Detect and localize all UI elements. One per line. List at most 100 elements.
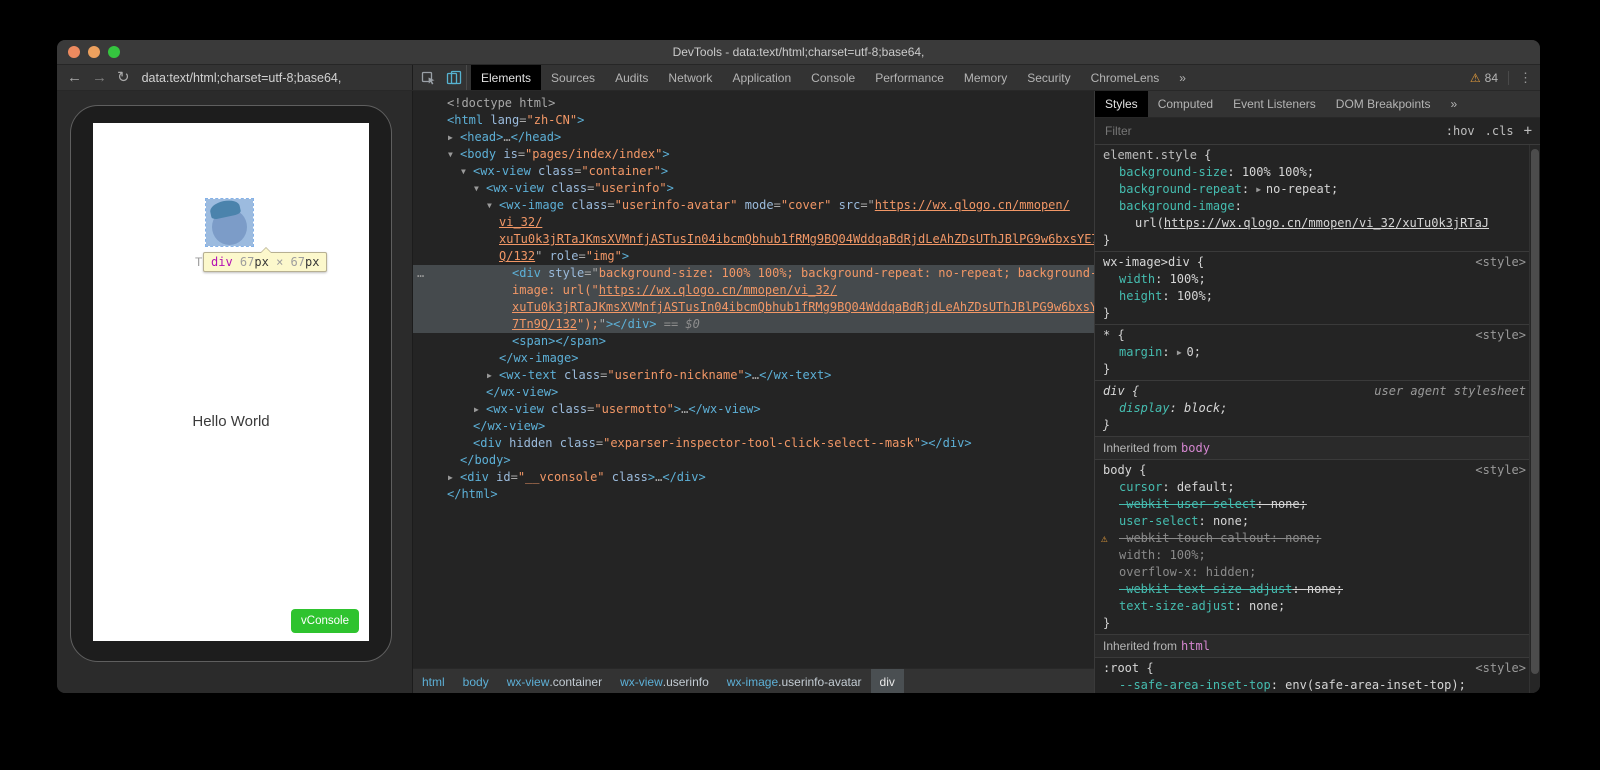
rule-origin[interactable]: <style> (1475, 462, 1530, 479)
tooltip-height: 67 (291, 255, 305, 269)
style-rule-body[interactable]: <style>body {cursor: default;-webkit-use… (1095, 460, 1530, 635)
tab-application[interactable]: Application (722, 65, 801, 90)
dom-node-line-selected[interactable]: image: url("https://wx.qlogo.cn/mmopen/v… (413, 282, 1094, 299)
css-property[interactable]: --safe-area-inset-top: env(safe-area-ins… (1095, 677, 1530, 693)
dom-node-line[interactable]: ▶<wx-view class="usermotto">…</wx-view> (413, 401, 1094, 418)
forward-icon[interactable]: → (92, 70, 107, 85)
console-warnings-badge[interactable]: ⚠ 84 (1470, 71, 1498, 85)
dom-node-line-selected[interactable]: xuTu0k3jRTaJKmsXVMnfjASTusIn04ibcmQbhub1… (413, 299, 1094, 316)
dom-node-line[interactable]: ▶<wx-text class="userinfo-nickname">…</w… (413, 367, 1094, 384)
css-property[interactable]: cursor: default; (1095, 479, 1530, 496)
device-toolbar-toggle-icon[interactable] (446, 70, 462, 85)
tab-security[interactable]: Security (1017, 65, 1080, 90)
title-bar: DevTools - data:text/html;charset=utf-8;… (57, 40, 1540, 65)
sidebar-tab-dom-breakpoints[interactable]: DOM Breakpoints (1326, 91, 1441, 117)
close-button[interactable] (68, 46, 80, 58)
more-panels-button[interactable]: » (1169, 65, 1196, 90)
tab-performance[interactable]: Performance (865, 65, 954, 90)
tab-elements[interactable]: Elements (471, 65, 541, 90)
tab-sources[interactable]: Sources (541, 65, 605, 90)
new-style-rule-button[interactable]: + (1524, 123, 1532, 139)
dom-node-line[interactable]: ▼<wx-view class="userinfo"> (413, 180, 1094, 197)
rule-origin[interactable]: <style> (1475, 660, 1530, 677)
vconsole-button[interactable]: vConsole (291, 609, 359, 633)
dom-node-line[interactable]: </html> (413, 486, 1094, 503)
tab-chromelens[interactable]: ChromeLens (1081, 65, 1170, 90)
reload-icon[interactable]: ↻ (117, 70, 130, 85)
sidebar-tab-event-listeners[interactable]: Event Listeners (1223, 91, 1326, 117)
css-property[interactable]: overflow-x: hidden; (1095, 564, 1530, 581)
hello-world-text: Hello World (93, 413, 369, 430)
tab-network[interactable]: Network (658, 65, 722, 90)
url-field[interactable]: data:text/html;charset=utf-8;base64, (142, 71, 342, 85)
css-property[interactable]: user-select: none; (1095, 513, 1530, 530)
toggle-hover-button[interactable]: :hov (1446, 124, 1475, 138)
css-property[interactable]: display: block; (1095, 400, 1530, 417)
style-rule-div[interactable]: user agent stylesheetdiv {display: block… (1095, 381, 1530, 437)
toggle-class-button[interactable]: .cls (1485, 124, 1514, 138)
css-property[interactable]: margin: ▶ 0; (1095, 344, 1530, 361)
breadcrumb-item-wx-view-container[interactable]: wx-view.container (498, 669, 611, 693)
tab-memory[interactable]: Memory (954, 65, 1017, 90)
dom-node-line[interactable]: Q/132" role="img"> (413, 248, 1094, 265)
css-property[interactable]: background-image: (1095, 198, 1530, 215)
back-icon[interactable]: ← (67, 70, 82, 85)
dom-node-line[interactable]: <div hidden class="exparser-inspector-to… (413, 435, 1094, 452)
css-property[interactable]: -webkit-user-select: none; (1095, 496, 1530, 513)
style-rule--root[interactable]: <style>:root {--safe-area-inset-top: env… (1095, 658, 1530, 693)
dom-node-line[interactable]: ▼<body is="pages/index/index"> (413, 146, 1094, 163)
css-property[interactable]: -webkit-text-size-adjust: none; (1095, 581, 1530, 598)
devtools-window: DevTools - data:text/html;charset=utf-8;… (57, 40, 1540, 693)
node-link[interactable]: html (1181, 638, 1210, 655)
sidebar-tab-styles[interactable]: Styles (1095, 91, 1148, 117)
css-property[interactable]: height: 100%; (1095, 288, 1530, 305)
css-property[interactable]: text-size-adjust: none; (1095, 598, 1530, 615)
rule-origin[interactable]: <style> (1475, 254, 1530, 271)
breadcrumb-item-body[interactable]: body (454, 669, 498, 693)
scrollbar-thumb[interactable] (1531, 149, 1539, 674)
zoom-button[interactable] (108, 46, 120, 58)
avatar[interactable] (206, 199, 253, 246)
warning-count: 84 (1485, 71, 1498, 85)
tab-audits[interactable]: Audits (605, 65, 658, 90)
more-sidebar-tabs-button[interactable]: » (1440, 91, 1467, 117)
breadcrumb-item-div[interactable]: div (871, 669, 904, 693)
rule-origin[interactable]: <style> (1475, 327, 1530, 344)
style-rule--[interactable]: <style>* {margin: ▶ 0;} (1095, 325, 1530, 381)
dom-node-line-selected[interactable]: …<div style="background-size: 100% 100%;… (413, 265, 1094, 282)
css-property[interactable]: ⚠-webkit-touch-callout: none; (1095, 530, 1530, 547)
dom-node-line[interactable]: <html lang="zh-CN"> (413, 112, 1094, 129)
breadcrumb-item-html[interactable]: html (413, 669, 454, 693)
css-url-link[interactable]: https://wx.qlogo.cn/mmopen/vi_32/xuTu0k3… (1164, 216, 1489, 230)
tab-console[interactable]: Console (801, 65, 865, 90)
styles-filter-input[interactable] (1103, 123, 1436, 139)
sidebar-tab-computed[interactable]: Computed (1148, 91, 1223, 117)
dom-node-line[interactable]: ▼<wx-image class="userinfo-avatar" mode=… (413, 197, 1094, 214)
devtools-menu-icon[interactable]: ⋮ (1519, 70, 1532, 86)
css-property[interactable]: background-repeat: ▶ no-repeat; (1095, 181, 1530, 198)
dom-node-line[interactable]: </wx-image> (413, 350, 1094, 367)
breadcrumb-item-wx-view-userinfo[interactable]: wx-view.userinfo (611, 669, 718, 693)
style-rule-element-style[interactable]: element.style {background-size: 100% 100… (1095, 145, 1530, 252)
dom-node-line[interactable]: <!doctype html> (413, 95, 1094, 112)
dom-node-line[interactable]: vi_32/ (413, 214, 1094, 231)
css-property[interactable]: width: 100%; (1095, 271, 1530, 288)
dom-node-line[interactable]: </body> (413, 452, 1094, 469)
dom-node-line-selected[interactable]: 7Tn9Q/132");"></div> == $0 (413, 316, 1094, 333)
dom-node-line[interactable]: ▶<head>…</head> (413, 129, 1094, 146)
dom-node-line[interactable]: </wx-view> (413, 384, 1094, 401)
dom-node-line[interactable]: <span></span> (413, 333, 1094, 350)
styles-scrollbar[interactable] (1529, 145, 1540, 693)
css-property[interactable]: width: 100%; (1095, 547, 1530, 564)
dom-node-line[interactable]: ▶<div id="__vconsole" class>…</div> (413, 469, 1094, 486)
style-rule-wx-image-div[interactable]: <style>wx-image>div {width: 100%;height:… (1095, 252, 1530, 325)
dom-node-line[interactable]: </wx-view> (413, 418, 1094, 435)
dom-node-line[interactable]: ▼<wx-view class="container"> (413, 163, 1094, 180)
css-property[interactable]: background-size: 100% 100%; (1095, 164, 1530, 181)
device-screen[interactable]: T div 67px × 67px Hello World vConsole (93, 123, 369, 641)
node-link[interactable]: body (1181, 440, 1210, 457)
dom-node-line[interactable]: xuTu0k3jRTaJKmsXVMnfjASTusIn04ibcmQbhub1… (413, 231, 1094, 248)
inspect-element-icon[interactable] (421, 70, 436, 85)
breadcrumb-item-wx-image-userinfo-avatar[interactable]: wx-image.userinfo-avatar (718, 669, 871, 693)
minimize-button[interactable] (88, 46, 100, 58)
